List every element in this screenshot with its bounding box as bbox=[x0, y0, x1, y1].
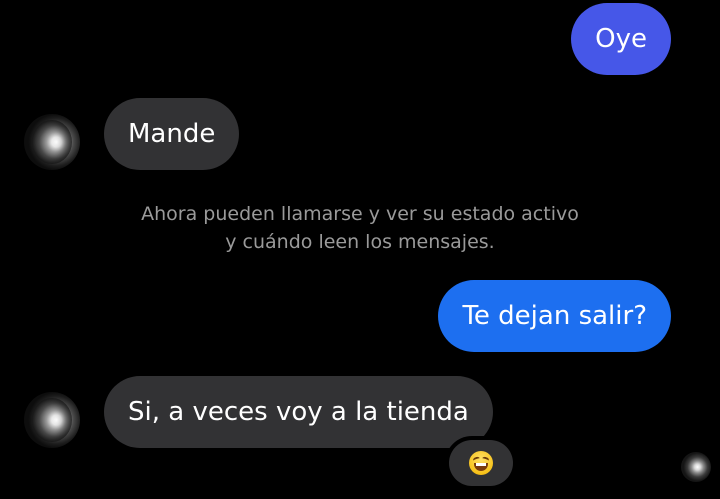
message-reaction[interactable] bbox=[449, 440, 513, 486]
message-text: Te dejan salir? bbox=[462, 301, 647, 331]
read-receipt-avatar bbox=[681, 452, 711, 482]
contact-avatar[interactable] bbox=[24, 114, 80, 170]
outgoing-message-bubble[interactable]: Oye bbox=[571, 3, 671, 75]
notice-line-1: Ahora pueden llamarse y ver su estado ac… bbox=[141, 203, 579, 225]
incoming-message-bubble[interactable]: Mande bbox=[104, 98, 240, 170]
notice-line-2: y cuándo leen los mensajes. bbox=[225, 231, 495, 253]
system-notice: Ahora pueden llamarse y ver su estado ac… bbox=[0, 200, 720, 256]
contact-avatar[interactable] bbox=[24, 392, 80, 448]
chat-thread: Oye Mande Ahora pueden llamarse y ver su… bbox=[0, 0, 720, 499]
outgoing-message-bubble[interactable]: Te dejan salir? bbox=[438, 280, 671, 352]
message-text: Mande bbox=[128, 119, 216, 149]
laughing-face-icon bbox=[469, 451, 493, 475]
message-text: Oye bbox=[595, 24, 647, 54]
incoming-message-bubble[interactable]: Si, a veces voy a la tienda bbox=[104, 376, 493, 448]
message-text: Si, a veces voy a la tienda bbox=[128, 397, 469, 427]
